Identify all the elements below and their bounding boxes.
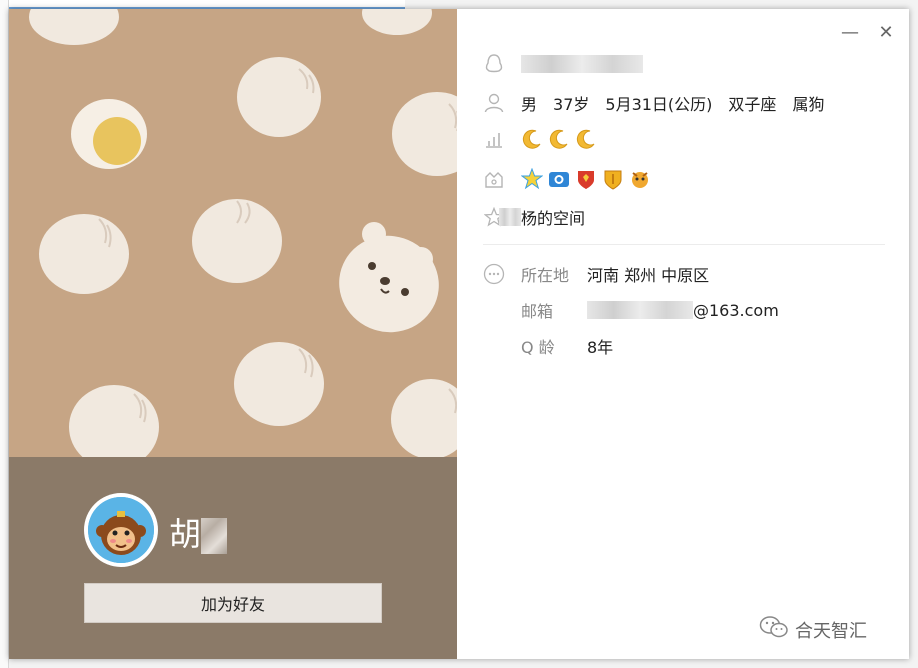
location-row: 所在地 河南 郑州 中原区 [483, 262, 709, 286]
profile-info-panel: — ✕ 男 37岁 5月31日(公历) 双子座 属狗 杨 的空间 所在地 河南 … [457, 9, 909, 659]
close-button[interactable]: ✕ [875, 21, 897, 43]
background-toolbar [0, 0, 405, 9]
level-chart-icon [483, 128, 505, 150]
nickname: 胡 [169, 509, 228, 555]
qzone-owner-redacted [499, 208, 521, 226]
nickname-redacted [201, 518, 228, 554]
camera-badge-icon[interactable] [548, 168, 570, 190]
email-redacted [587, 301, 693, 319]
watermark-text: 合天智汇 [795, 620, 867, 642]
qzone-row[interactable]: 杨的空间 [483, 205, 585, 229]
background-edge [0, 0, 9, 668]
email-value: @163.com [693, 300, 779, 320]
email-label: 邮箱 [521, 302, 554, 321]
cover-image [9, 9, 457, 457]
minimize-button[interactable]: — [839, 21, 861, 43]
age-text: 37岁 [553, 95, 590, 114]
egg [71, 99, 147, 169]
qq-number-row [483, 53, 643, 75]
nickname-text: 胡 [169, 515, 202, 553]
person-icon [483, 92, 505, 114]
moon-icon[interactable] [548, 128, 570, 150]
crown-icon [483, 168, 505, 190]
wechat-icon [759, 615, 789, 644]
profile-card: 胡 加为好友 — ✕ 男 37岁 5月31日(公历) 双子座 属狗 杨 的空间 … [9, 9, 909, 659]
qage-row: Q 龄 8年 [521, 334, 613, 358]
more-icon [483, 263, 505, 285]
cover-pattern [9, 9, 457, 457]
qq-penguin-icon [483, 53, 505, 75]
gender-text: 男 [521, 95, 538, 114]
location-label: 所在地 [521, 266, 570, 285]
profile-band: 胡 加为好友 [9, 457, 457, 659]
star-badge-icon[interactable] [521, 168, 543, 190]
moon-icon[interactable] [521, 128, 543, 150]
pet-badge-icon[interactable] [629, 168, 651, 190]
chinese-zodiac-text: 属狗 [792, 95, 825, 114]
qage-label: Q 龄 [521, 338, 555, 357]
monkey-avatar-icon [88, 497, 154, 563]
qzone-text: 的空间 [537, 209, 586, 228]
profile-left-panel: 胡 加为好友 [9, 9, 457, 659]
zodiac-text: 双子座 [728, 95, 777, 114]
email-row: 邮箱 @163.com [521, 298, 779, 322]
add-friend-button[interactable]: 加为好友 [84, 583, 382, 623]
moon-icon[interactable] [575, 128, 597, 150]
red-shield-badge-icon[interactable] [575, 168, 597, 190]
watermark: 合天智汇 [759, 615, 867, 644]
birthday-text: 5月31日(公历) [605, 95, 713, 114]
qq-number-redacted [521, 55, 643, 73]
basic-info-row: 男 37岁 5月31日(公历) 双子座 属狗 [483, 91, 824, 115]
vip-badges-row [483, 168, 656, 190]
level-row [483, 128, 602, 150]
qzone-suffix: 杨 [521, 209, 538, 228]
avatar[interactable] [84, 493, 158, 567]
location-value: 河南 郑州 中原区 [587, 266, 710, 285]
divider [483, 244, 885, 245]
gold-shield-badge-icon[interactable] [602, 168, 624, 190]
qage-value: 8年 [587, 338, 614, 357]
